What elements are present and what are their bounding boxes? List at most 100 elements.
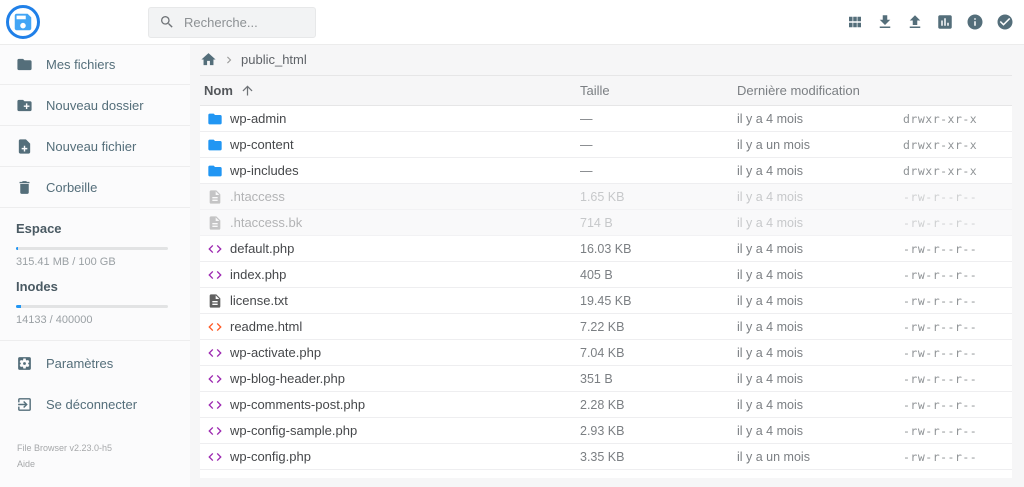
sidebar-item-label: Nouveau dossier [46,98,144,113]
breadcrumb-folder[interactable]: public_html [241,52,307,67]
code-icon [207,267,223,283]
sidebar-item-settings[interactable]: Paramètres [0,343,190,384]
folder-icon [207,137,223,153]
file-icon [207,189,223,205]
header-actions [840,7,1024,37]
sidebar-nav: Mes fichiers Nouveau dossier Nouveau fic… [0,44,190,208]
file-modified: il y a 4 mois [737,294,903,308]
file-row[interactable]: license.txt 19.45 KB il y a 4 mois -rw-r… [200,288,1012,314]
download-icon [876,13,894,31]
sidebar-footer-nav: Paramètres Se déconnecter [0,343,190,425]
sidebar-item-logout[interactable]: Se déconnecter [0,384,190,425]
file-permissions: -rw-r--r-- [903,450,1012,464]
file-modified: il y a 4 mois [737,164,903,178]
upload-icon [906,13,924,31]
help-link[interactable]: Aide [17,457,190,473]
inodes-heading: Inodes [16,279,174,294]
file-row[interactable]: wp-activate.php 7.04 KB il y a 4 mois -r… [200,340,1012,366]
file-permissions: -rw-r--r-- [903,424,1012,438]
grid-view-button[interactable] [840,7,870,37]
top-bar [0,0,1024,45]
sort-by-name-header[interactable]: Nom [200,83,580,98]
file-size: 714 B [580,216,737,230]
sidebar: Mes fichiers Nouveau dossier Nouveau fic… [0,44,190,487]
file-size: — [580,138,737,152]
upload-button[interactable] [900,7,930,37]
file-row[interactable]: default.php 16.03 KB il y a 4 mois -rw-r… [200,236,1012,262]
file-size: — [580,112,737,126]
sidebar-item-my-files[interactable]: Mes fichiers [0,44,190,85]
sort-by-size-header[interactable]: Taille [580,83,737,98]
list-header: Nom Taille Dernière modification [200,75,1012,106]
code-icon [207,319,223,335]
info-icon [966,13,984,31]
file-row[interactable]: wp-config-sample.php 2.93 KB il y a 4 mo… [200,418,1012,444]
file-modified: il y a 4 mois [737,346,903,360]
home-breadcrumb-button[interactable] [200,51,217,68]
file-modified: il y a 4 mois [737,216,903,230]
file-size: 16.03 KB [580,242,737,256]
file-size: 2.93 KB [580,424,737,438]
file-modified: il y a un mois [737,450,903,464]
file-name: readme.html [230,319,580,334]
sidebar-item-label: Corbeille [46,180,97,195]
file-modified: il y a 4 mois [737,398,903,412]
code-icon [207,423,223,439]
save-icon [12,11,34,33]
code-icon [207,345,223,361]
file-permissions: -rw-r--r-- [903,190,1012,204]
file-row[interactable]: wp-config.php 3.35 KB il y a un mois -rw… [200,444,1012,470]
inodes-value: 14133 / 400000 [16,314,174,340]
file-permissions: -rw-r--r-- [903,242,1012,256]
file-row[interactable]: wp-content — il y a un mois drwxr-xr-x [200,132,1012,158]
home-icon [200,51,217,68]
file-name: wp-config-sample.php [230,423,580,438]
sidebar-item-label: Nouveau fichier [46,139,136,154]
inodes-progress-bar [16,305,168,308]
file-permissions: -rw-r--r-- [903,320,1012,334]
stats-button[interactable] [930,7,960,37]
file-row[interactable]: .htaccess.bk 714 B il y a 4 mois -rw-r--… [200,210,1012,236]
info-button[interactable] [960,7,990,37]
search-icon [159,14,175,30]
file-modified: il y a 4 mois [737,268,903,282]
search-box[interactable] [148,7,316,38]
arrow-up-icon [240,83,255,98]
file-row[interactable]: wp-blog-header.php 351 B il y a 4 mois -… [200,366,1012,392]
sidebar-item-label: Mes fichiers [46,57,115,72]
file-permissions: -rw-r--r-- [903,398,1012,412]
file-row[interactable]: index.php 405 B il y a 4 mois -rw-r--r-- [200,262,1012,288]
file-permissions: -rw-r--r-- [903,346,1012,360]
breadcrumb: public_html [190,44,1024,75]
file-permissions: drwxr-xr-x [903,164,1012,178]
file-row[interactable]: wp-admin — il y a 4 mois drwxr-xr-x [200,106,1012,132]
search-input[interactable] [184,15,305,30]
app-logo[interactable] [6,5,40,39]
version-text: File Browser v2.23.0-h5 [17,441,190,457]
space-heading: Espace [16,221,174,236]
file-row[interactable]: .htaccess 1.65 KB il y a 4 mois -rw-r--r… [200,184,1012,210]
sort-by-modified-header[interactable]: Dernière modification [737,83,903,98]
file-row[interactable]: readme.html 7.22 KB il y a 4 mois -rw-r-… [200,314,1012,340]
file-name: wp-includes [230,163,580,178]
file-row[interactable]: wp-includes — il y a 4 mois drwxr-xr-x [200,158,1012,184]
code-icon [207,397,223,413]
select-multiple-button[interactable] [990,7,1020,37]
sidebar-item-trash[interactable]: Corbeille [0,167,190,208]
sidebar-item-new-folder[interactable]: Nouveau dossier [0,85,190,126]
file-modified: il y a un mois [737,138,903,152]
sidebar-item-new-file[interactable]: Nouveau fichier [0,126,190,167]
file-size: 351 B [580,372,737,386]
file-row[interactable]: wp-comments-post.php 2.28 KB il y a 4 mo… [200,392,1012,418]
file-name: .htaccess [230,189,580,204]
logout-icon [16,396,33,413]
sidebar-credits: File Browser v2.23.0-h5 Aide [0,425,190,473]
file-size: — [580,164,737,178]
sidebar-item-label: Paramètres [46,356,113,371]
file-modified: il y a 4 mois [737,242,903,256]
file-text-icon [207,293,223,309]
file-permissions: -rw-r--r-- [903,268,1012,282]
new-folder-icon [16,97,33,114]
new-file-icon [16,138,33,155]
download-button[interactable] [870,7,900,37]
